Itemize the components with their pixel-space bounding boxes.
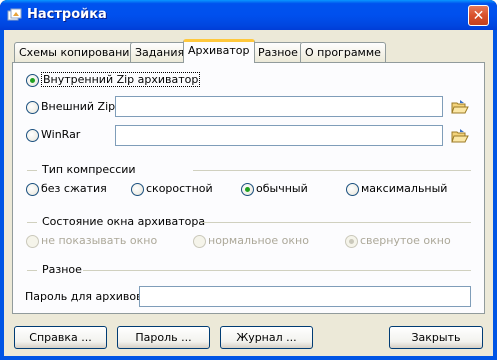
misc-separator-right: [83, 270, 471, 271]
tab-copy-schemes[interactable]: Схемы копирования: [14, 42, 142, 62]
tab-about[interactable]: О программе: [300, 42, 386, 62]
tab-tasks[interactable]: Задания: [130, 42, 190, 62]
misc-separator-left: [27, 270, 37, 271]
compression-separator-left: [27, 170, 37, 171]
title-bar[interactable]: Настройка ✕: [0, 0, 497, 30]
compression-separator-right: [193, 170, 471, 171]
compression-max-label: максимальный: [361, 182, 448, 195]
folder-open-icon: [451, 128, 469, 142]
tab-misc[interactable]: Разное: [253, 42, 303, 62]
winrar-radio[interactable]: [26, 129, 39, 142]
window-minimized-label: свернутое окно: [360, 234, 451, 247]
tab-label: О программе: [305, 46, 381, 59]
help-button[interactable]: Справка ...: [14, 326, 107, 349]
compression-fast-radio[interactable]: [131, 183, 144, 196]
close-button[interactable]: Закрыть: [389, 326, 483, 349]
external-zip-path-input[interactable]: [115, 96, 443, 117]
compression-none-label: без сжатия: [41, 182, 107, 195]
external-zip-radio[interactable]: [26, 101, 39, 114]
folder-open-icon: [451, 99, 469, 113]
window-state-heading: Состояние окна архиватора: [42, 215, 206, 228]
window-normal-radio[interactable]: [193, 235, 206, 248]
compression-normal-label: обычный: [256, 182, 308, 195]
window-hidden-label: не показывать окно: [41, 234, 158, 247]
journal-button[interactable]: Журнал ...: [220, 326, 313, 349]
password-button[interactable]: Пароль ...: [117, 326, 210, 349]
browse-external-zip-button[interactable]: [449, 96, 471, 117]
close-window-button[interactable]: ✕: [468, 5, 489, 26]
tab-label: Разное: [258, 46, 298, 59]
tab-label: Схемы копирования: [19, 46, 137, 59]
window-title: Настройка: [27, 7, 107, 22]
settings-window: Настройка ✕ Схемы копирования Задания Ар…: [0, 0, 497, 360]
internal-zip-label[interactable]: Внутренний Zip архиватор: [41, 72, 201, 87]
tab-archiver[interactable]: Архиватор: [183, 39, 255, 63]
archive-password-input[interactable]: [139, 286, 471, 307]
close-icon: ✕: [472, 7, 485, 24]
browse-winrar-button[interactable]: [449, 125, 471, 146]
window-state-separator-left: [27, 222, 37, 223]
winrar-path-input[interactable]: [115, 125, 443, 146]
window-hidden-radio[interactable]: [26, 235, 39, 248]
app-icon: [7, 8, 23, 22]
window-normal-label: нормальное окно: [208, 234, 309, 247]
compression-normal-radio[interactable]: [241, 183, 254, 196]
window-minimized-radio[interactable]: [345, 235, 358, 248]
window-state-separator-right: [201, 222, 471, 223]
compression-none-radio[interactable]: [26, 183, 39, 196]
internal-zip-radio[interactable]: [26, 74, 39, 87]
external-zip-label: Внешний Zip: [41, 100, 116, 113]
tab-label: Архиватор: [188, 44, 250, 57]
compression-fast-label: скоростной: [146, 182, 213, 195]
misc-heading: Разное: [42, 263, 82, 276]
compression-heading: Тип компрессии: [42, 163, 136, 176]
archiver-tab-panel: Внутренний Zip архиватор Внешний Zip Win…: [12, 62, 485, 314]
tab-label: Задания: [135, 46, 185, 59]
winrar-label: WinRar: [41, 128, 81, 141]
archive-password-label: Пароль для архивов: [25, 290, 143, 303]
compression-max-radio[interactable]: [346, 183, 359, 196]
